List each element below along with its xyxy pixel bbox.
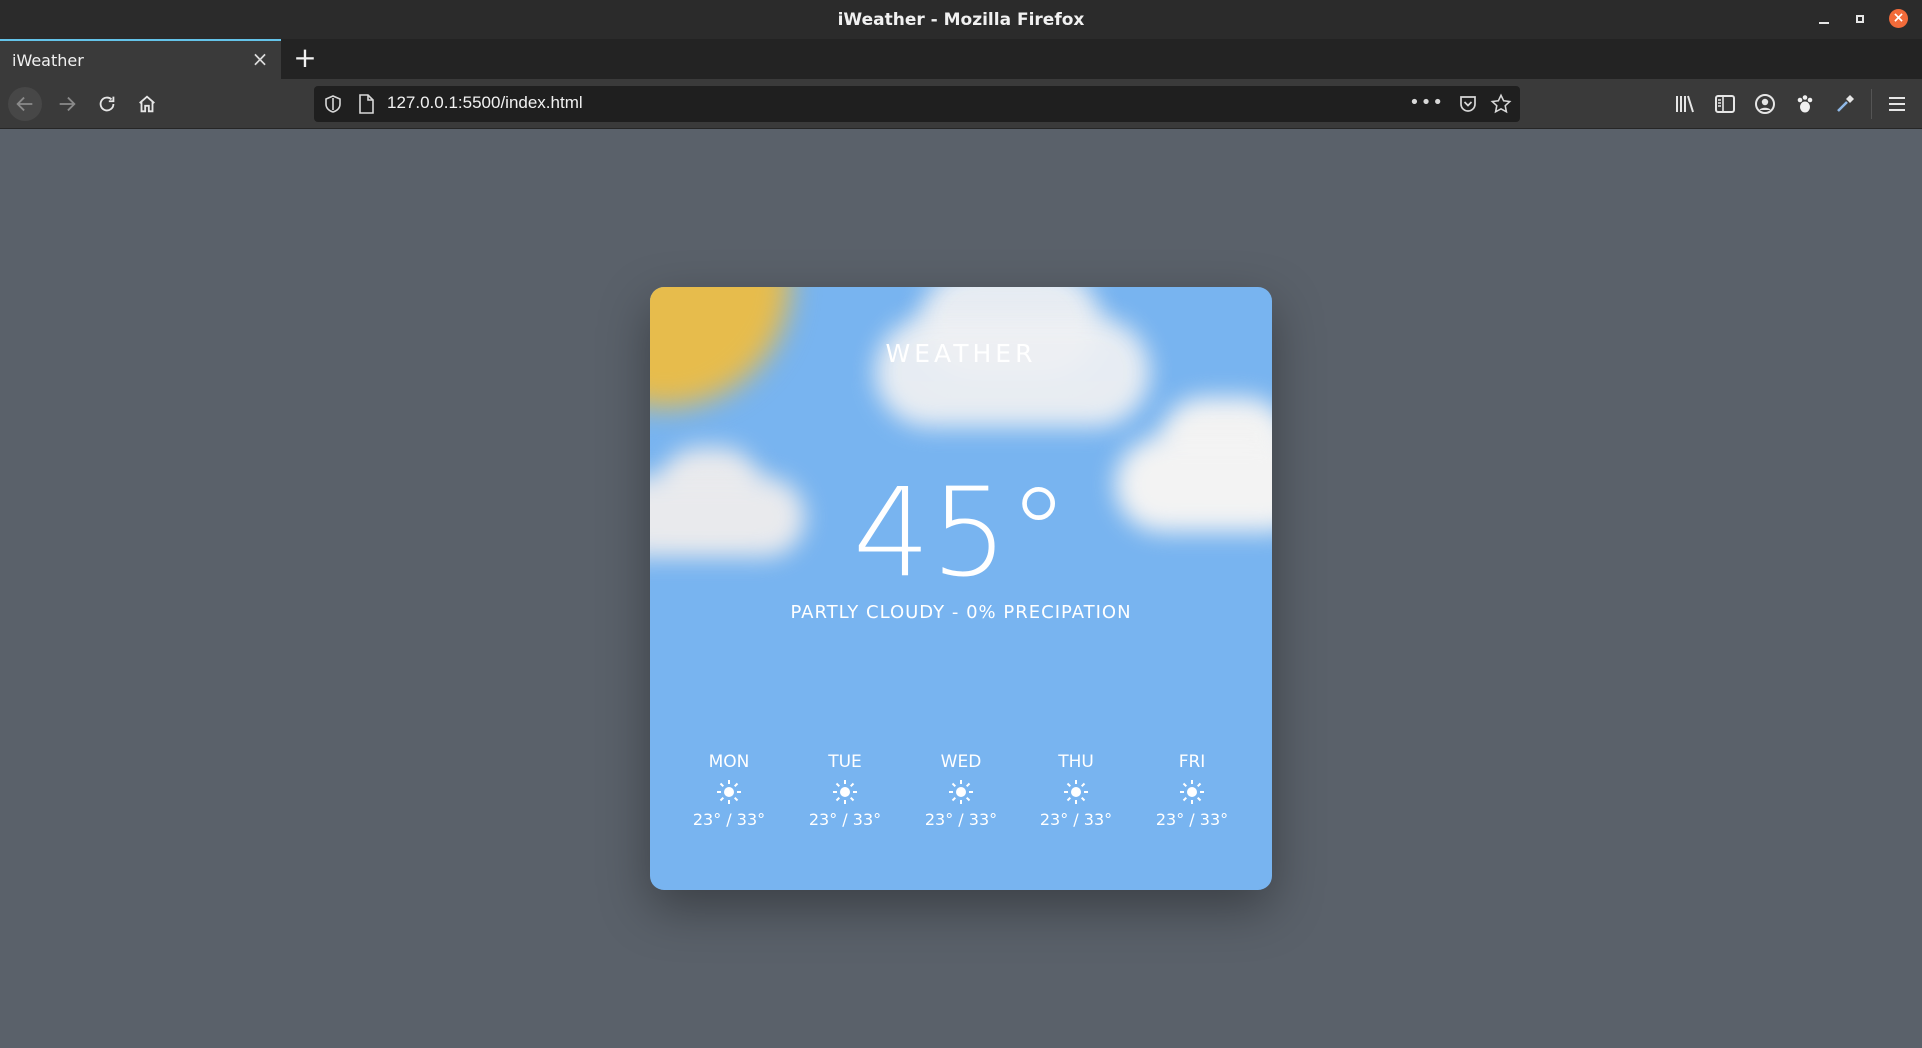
forecast-temp-range: 23° / 33° [924, 810, 998, 829]
shield-icon[interactable] [324, 95, 342, 113]
forecast-day-name: FRI [1178, 752, 1206, 772]
sidebar-icon [1715, 95, 1735, 113]
paw-extension-icon [1797, 95, 1813, 113]
maximize-icon [1856, 14, 1864, 23]
tab-close-icon[interactable]: × [251, 49, 269, 69]
forecast-day: THU 23° / 33° [1031, 752, 1121, 829]
window-title: iWeather - Mozilla Firefox [837, 9, 1085, 30]
bookmark-star-icon[interactable] [1490, 93, 1512, 115]
hamburger-menu-icon [1889, 97, 1905, 111]
weather-condition: PARTLY CLOUDY - 0% PRECIPATION [790, 602, 1132, 623]
forecast-day-name: WED [940, 752, 982, 772]
nav-toolbar: 127.0.0.1:5500/index.html ••• [0, 79, 1922, 129]
home-icon [139, 95, 155, 113]
forecast-temp-range: 23° / 33° [692, 810, 766, 829]
page-actions-icon[interactable]: ••• [1409, 92, 1444, 113]
current-temperature: 45° [852, 462, 1070, 604]
home-button[interactable] [130, 87, 164, 121]
forecast-day: FRI 23° / 33° [1147, 752, 1237, 829]
reload-icon [99, 96, 115, 112]
extension-button[interactable] [1793, 92, 1817, 116]
account-icon [1755, 94, 1775, 114]
library-button[interactable] [1673, 92, 1697, 116]
back-arrow-icon [16, 96, 33, 112]
forecast-temp-range: 23° / 33° [1155, 810, 1229, 829]
sun-icon [1180, 780, 1204, 804]
weather-card: WEATHER 45° PARTLY CLOUDY - 0% PRECIPATI… [650, 287, 1272, 890]
forecast-day: MON 23° / 33° [684, 752, 774, 829]
sun-icon [833, 780, 857, 804]
account-button[interactable] [1753, 92, 1777, 116]
library-icon [1676, 95, 1694, 113]
sun-icon [949, 780, 973, 804]
sun-icon [717, 780, 741, 804]
pocket-icon[interactable] [1458, 94, 1478, 114]
page-icon[interactable] [357, 94, 375, 114]
minimize-button[interactable] [1817, 12, 1831, 26]
forward-arrow-icon [59, 96, 76, 112]
card-title: WEATHER [885, 339, 1037, 368]
sidebar-button[interactable] [1713, 92, 1737, 116]
back-button[interactable] [8, 87, 42, 121]
forecast-day: WED 23° / 33° [916, 752, 1006, 829]
app-menu-button[interactable] [1885, 92, 1909, 116]
url-bar[interactable]: 127.0.0.1:5500/index.html ••• [314, 86, 1520, 122]
window-titlebar: iWeather - Mozilla Firefox × [0, 0, 1922, 39]
window-controls: × [1817, 9, 1908, 28]
forecast-day-name: TUE [828, 752, 862, 772]
url-text[interactable]: 127.0.0.1:5500/index.html [387, 93, 583, 113]
eyedropper-icon [1837, 95, 1854, 112]
reload-button[interactable] [90, 87, 124, 121]
tab-bar: iWeather × + [0, 39, 1922, 79]
close-window-button[interactable]: × [1889, 9, 1908, 28]
cloud-graphic [875, 317, 1150, 427]
color-picker-extension-button[interactable] [1833, 92, 1857, 116]
forecast-temp-range: 23° / 33° [808, 810, 882, 829]
forecast-temp-range: 23° / 33° [1039, 810, 1113, 829]
minimize-icon [1819, 21, 1829, 24]
forward-button[interactable] [50, 87, 84, 121]
page-viewport: WEATHER 45° PARTLY CLOUDY - 0% PRECIPATI… [0, 130, 1922, 1048]
forecast-row: MON 23° / 33° TUE 23° / 33° WED 23° / 33… [684, 752, 1264, 842]
tab-iweather[interactable]: iWeather × [0, 39, 281, 79]
sun-icon [1064, 780, 1088, 804]
forecast-day: TUE 23° / 33° [800, 752, 890, 829]
toolbar-divider [1871, 89, 1872, 119]
forecast-day-name: THU [1058, 752, 1094, 772]
tab-label: iWeather [12, 50, 84, 70]
forecast-day-name: MON [708, 752, 750, 772]
new-tab-button[interactable]: + [290, 44, 320, 74]
maximize-button[interactable] [1853, 12, 1867, 26]
